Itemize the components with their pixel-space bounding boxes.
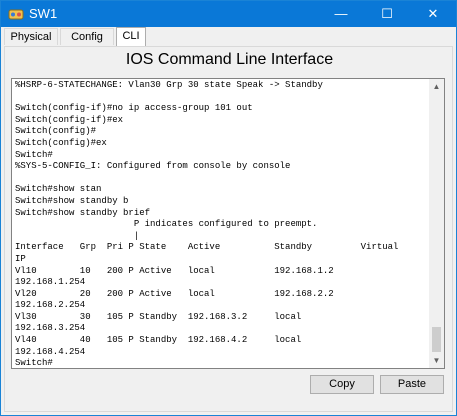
- cli-header: IOS Command Line Interface: [125, 51, 334, 68]
- terminal-output[interactable]: %HSRP-6-STATECHANGE: Vlan30 Grp 30 state…: [15, 80, 431, 369]
- terminal-line: Switch#: [15, 358, 53, 369]
- terminal-line: %SYS-5-CONFIG_I: Configured from console…: [15, 161, 291, 172]
- close-button[interactable]: ✕: [410, 1, 456, 27]
- terminal-line: %HSRP-6-STATECHANGE: Vlan30 Grp 30 state…: [15, 80, 323, 90]
- terminal-line: 192.168.1.254: [15, 277, 86, 288]
- terminal-line: Switch#: [15, 149, 53, 160]
- scrollbar-thumb[interactable]: [432, 327, 441, 352]
- terminal-line: Switch#show standby b: [15, 195, 129, 206]
- terminal-line: Vl30 30 105 P Standby 192.168.3.2 local: [15, 311, 302, 322]
- tab-cli[interactable]: CLI: [116, 27, 146, 46]
- terminal-line: |: [15, 230, 140, 241]
- cli-terminal[interactable]: %HSRP-6-STATECHANGE: Vlan30 Grp 30 state…: [11, 78, 445, 369]
- maximize-button[interactable]: ☐: [364, 1, 410, 27]
- paste-button[interactable]: Paste: [380, 375, 444, 394]
- title-bar[interactable]: SW1 — ☐ ✕: [1, 1, 456, 27]
- terminal-line: Switch(config-if)#no ip access-group 101…: [15, 103, 253, 114]
- window-title: SW1: [29, 6, 58, 21]
- terminal-line: 192.168.4.254: [15, 346, 86, 357]
- copy-button[interactable]: Copy: [310, 375, 374, 394]
- terminal-line: Vl40 40 105 P Standby 192.168.4.2 local: [15, 335, 302, 346]
- terminal-line: Switch(config)#ex: [15, 137, 107, 148]
- terminal-line: Vl10 10 200 P Active local 192.168.1.2: [15, 265, 334, 276]
- terminal-scrollbar[interactable]: ▲ ▼: [429, 79, 444, 368]
- terminal-line: Vl20 20 200 P Active local 192.168.2.2: [15, 288, 334, 299]
- terminal-line: Switch#show standby brief: [15, 207, 151, 218]
- scroll-down-icon[interactable]: ▼: [429, 353, 444, 368]
- minimize-button[interactable]: —: [318, 1, 364, 27]
- terminal-line: Switch(config)#: [15, 126, 97, 137]
- terminal-line: 192.168.3.254: [15, 323, 86, 334]
- tab-physical[interactable]: Physical: [4, 28, 58, 45]
- cisco-device-icon: [8, 9, 24, 20]
- terminal-line: IP: [15, 253, 26, 264]
- terminal-line: 192.168.2.254: [15, 300, 86, 311]
- app-window: SW1 — ☐ ✕ Physical Config CLI IOS Comman…: [0, 0, 457, 416]
- tab-config[interactable]: Config: [60, 28, 114, 45]
- terminal-line: Interface Grp Pri P State Active Standby…: [15, 242, 399, 253]
- scroll-up-icon[interactable]: ▲: [429, 79, 444, 94]
- terminal-line: P indicates configured to preempt.: [15, 219, 318, 230]
- terminal-line: Switch#show stan: [15, 184, 102, 195]
- terminal-line: Switch(config-if)#ex: [15, 114, 124, 125]
